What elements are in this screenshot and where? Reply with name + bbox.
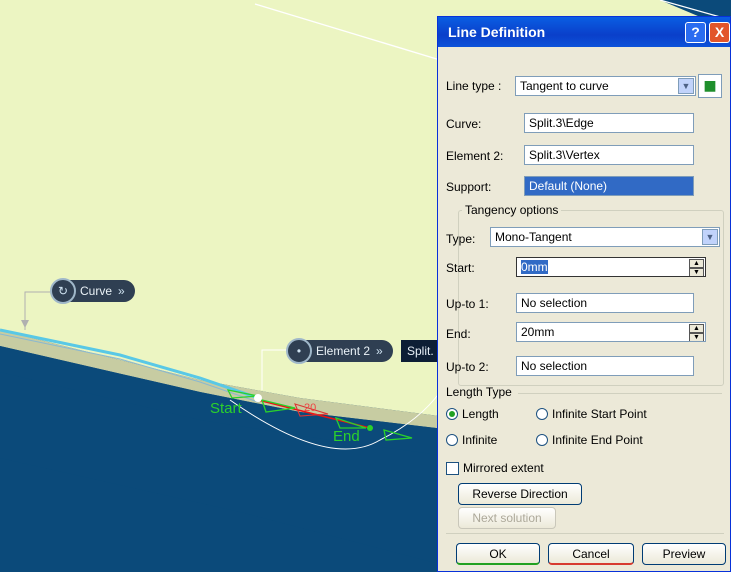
radio-infinite-start-label: Infinite Start Point: [552, 407, 647, 421]
start-length-value: 0mm: [521, 260, 548, 274]
radio-infinite-end[interactable]: Infinite End Point: [536, 433, 643, 447]
end-length-label: End:: [446, 327, 471, 341]
curve-tag-label: Curve: [80, 284, 113, 298]
radio-infinite-end-label: Infinite End Point: [552, 433, 643, 447]
element2-field[interactable]: Split.3\Vertex: [524, 145, 694, 165]
support-value: Default (None): [529, 179, 608, 193]
mirrored-extent-label: Mirrored extent: [463, 461, 544, 475]
radio-length[interactable]: Length: [446, 407, 499, 421]
support-row: Support:: [446, 180, 491, 194]
length-type-caption-row: Length Type: [446, 385, 512, 399]
radio-infinite-dot[interactable]: [446, 434, 458, 446]
element2-tag-icon: •: [286, 338, 312, 364]
tangency-type-select[interactable]: Mono-Tangent ▼: [490, 227, 720, 247]
radio-infinite-start-dot[interactable]: [536, 408, 548, 420]
split-tag-label: Split.: [401, 340, 437, 362]
ok-button[interactable]: OK: [456, 543, 540, 565]
tangency-type-label: Type:: [446, 232, 476, 246]
curve-label: Curve:: [446, 117, 482, 131]
curve-value: Split.3\Edge: [529, 116, 594, 130]
upto1-label: Up-to 1:: [446, 297, 489, 311]
start-length-input[interactable]: 0mm ▲ ▼: [516, 257, 706, 277]
upto2-row: Up-to 2:: [446, 360, 489, 374]
chevron-down-icon[interactable]: ▼: [702, 229, 718, 245]
upto1-field[interactable]: No selection: [516, 293, 694, 313]
curve-tag-icon: ↻: [50, 278, 76, 304]
curve-tag-chevron-icon: »: [118, 284, 125, 298]
dimension-label: 20: [304, 402, 317, 414]
line-type-select[interactable]: Tangent to curve ▼: [515, 76, 696, 96]
line-type-value: Tangent to curve: [520, 79, 609, 93]
law-icon-button[interactable]: ■: [698, 74, 722, 98]
element2-tag-label: Element 2: [316, 344, 371, 358]
help-button[interactable]: ?: [685, 21, 706, 43]
line-definition-dialog: Line Definition ? X Line type : Tangent …: [437, 16, 731, 572]
next-solution-button[interactable]: Next solution: [458, 507, 556, 529]
help-icon: ?: [691, 24, 700, 40]
radio-length-label: Length: [462, 407, 499, 421]
upto2-field[interactable]: No selection: [516, 356, 694, 376]
length-type-divider: [518, 393, 722, 394]
curve-tag[interactable]: ↻ Curve »: [50, 278, 135, 304]
reverse-direction-button[interactable]: Reverse Direction: [458, 483, 582, 505]
start-length-label: Start:: [446, 261, 475, 275]
length-type-caption: Length Type: [446, 385, 512, 399]
cancel-button[interactable]: Cancel: [548, 543, 634, 565]
line-type-label: Line type :: [446, 79, 502, 93]
line-type-row: Line type :: [446, 79, 501, 93]
element2-label: Element 2:: [446, 149, 504, 163]
end-row: End:: [446, 327, 471, 341]
dialog-title: Line Definition: [448, 24, 546, 40]
reverse-direction-label: Reverse Direction: [472, 487, 568, 501]
dialog-titlebar[interactable]: Line Definition ? X: [438, 17, 730, 47]
radio-infinite-label: Infinite: [462, 433, 498, 447]
cancel-label: Cancel: [572, 546, 610, 561]
start-row: Start:: [446, 261, 475, 275]
mirrored-extent-checkbox[interactable]: [446, 461, 459, 475]
ok-label: OK: [489, 546, 507, 561]
radio-infinite-end-dot[interactable]: [536, 434, 548, 446]
tangency-type-row: Type:: [446, 232, 475, 246]
tangency-type-value: Mono-Tangent: [495, 230, 572, 244]
element2-tag[interactable]: • Element 2 »: [286, 338, 393, 364]
start-length-spinner[interactable]: ▲ ▼: [689, 259, 704, 276]
element2-tag-chevron-icon: »: [376, 344, 383, 358]
chevron-down-icon[interactable]: ▼: [678, 78, 694, 94]
close-button[interactable]: X: [709, 21, 730, 43]
preview-button[interactable]: Preview: [642, 543, 726, 565]
radio-infinite[interactable]: Infinite: [446, 433, 497, 447]
start-label: Start: [210, 400, 242, 417]
curve-row: Curve:: [446, 117, 481, 131]
upto2-value: No selection: [521, 359, 588, 373]
upto1-value: No selection: [521, 296, 588, 310]
end-length-value: 20mm: [521, 325, 555, 339]
cube-icon: ■: [703, 78, 717, 94]
button-divider: [446, 533, 724, 534]
mirrored-extent-row[interactable]: Mirrored extent: [446, 461, 544, 475]
close-icon: X: [714, 24, 725, 40]
element2-value: Split.3\Vertex: [529, 148, 600, 162]
support-field[interactable]: Default (None): [524, 176, 694, 196]
preview-label: Preview: [662, 547, 706, 561]
element2-row: Element 2:: [446, 149, 503, 163]
upto1-row: Up-to 1:: [446, 297, 489, 311]
next-solution-label: Next solution: [472, 511, 542, 525]
curve-field[interactable]: Split.3\Edge: [524, 113, 694, 133]
support-label: Support:: [446, 180, 492, 194]
end-length-input[interactable]: 20mm ▲ ▼: [516, 322, 706, 342]
radio-infinite-start[interactable]: Infinite Start Point: [536, 407, 647, 421]
tangency-options-caption: Tangency options: [462, 203, 562, 217]
upto2-label: Up-to 2:: [446, 360, 489, 374]
end-label: End: [333, 428, 360, 445]
end-length-spinner[interactable]: ▲ ▼: [689, 324, 704, 341]
radio-length-dot[interactable]: [446, 408, 458, 420]
